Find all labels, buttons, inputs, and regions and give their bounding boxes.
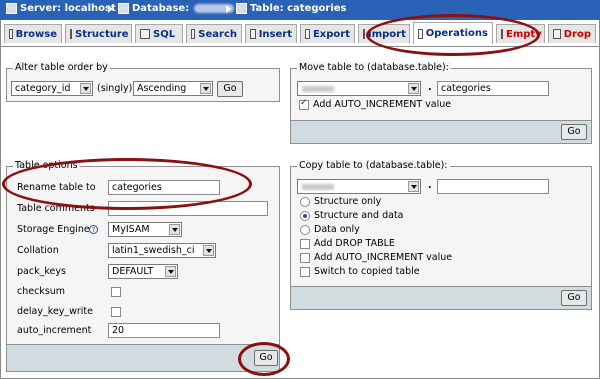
drop-icon	[553, 29, 561, 39]
table-options-footer: Go	[7, 344, 279, 371]
table-icon	[236, 3, 247, 14]
search-icon	[191, 29, 196, 39]
copy-auto-increment-checkbox[interactable]	[300, 253, 310, 263]
breadcrumb-server-label: Server: localhost	[20, 3, 116, 14]
rename-table-input[interactable]: categories	[108, 180, 220, 195]
copy-table-fieldset: Copy table to (database.table): . Struct…	[290, 160, 592, 310]
breadcrumb-server[interactable]: Server: localhost	[6, 3, 116, 14]
copy-dot: .	[428, 180, 432, 191]
order-column-select[interactable]: category_id	[11, 81, 93, 96]
collation-label: Collation	[17, 245, 59, 256]
sql-icon	[140, 29, 150, 39]
tab-drop[interactable]: Drop	[548, 24, 596, 43]
delay-key-write-label: delay_key_write	[17, 306, 93, 317]
chevron-down-icon	[408, 181, 419, 192]
export-icon	[305, 29, 310, 39]
move-table-footer: Go	[291, 120, 591, 143]
move-table-go-button[interactable]: Go	[561, 124, 587, 140]
move-database-select[interactable]	[297, 81, 421, 96]
order-direction-select[interactable]: Ascending	[133, 81, 213, 96]
chevron-down-icon	[408, 83, 419, 94]
breadcrumb-table-label: Table: categories	[250, 3, 347, 14]
move-table-name-input[interactable]: categories	[437, 81, 549, 96]
tab-sql[interactable]: SQL	[135, 24, 183, 43]
move-table-legend: Move table to (database.table):	[297, 62, 451, 73]
tab-search[interactable]: Search	[186, 24, 242, 43]
tab-structure[interactable]: Structure	[65, 24, 132, 43]
breadcrumb-database-label: Database:	[132, 3, 190, 14]
server-icon	[6, 3, 17, 14]
chevron-down-icon	[200, 83, 211, 94]
move-dot: .	[428, 82, 432, 93]
switch-to-copied-label: Switch to copied table	[314, 266, 420, 277]
copy-auto-increment-label: Add AUTO_INCREMENT value	[314, 252, 453, 263]
tab-empty[interactable]: Empty	[496, 24, 545, 43]
tab-import[interactable]: Import	[358, 24, 410, 43]
comments-label: Table comments	[17, 203, 95, 214]
browse-icon	[9, 29, 13, 39]
data-only-radio[interactable]	[300, 225, 310, 235]
checksum-label: checksum	[17, 286, 66, 297]
add-drop-table-checkbox[interactable]	[300, 239, 310, 249]
copy-database-select[interactable]	[297, 179, 421, 194]
data-only-label: Data only	[314, 224, 360, 235]
rename-label: Rename table to	[17, 182, 96, 193]
add-drop-table-label: Add DROP TABLE	[314, 238, 395, 249]
structure-and-data-radio[interactable]	[300, 211, 310, 221]
auto-increment-input[interactable]: 20	[108, 323, 220, 338]
structure-only-radio[interactable]	[300, 197, 310, 207]
breadcrumb-separator-icon	[226, 5, 231, 13]
tab-export[interactable]: Export	[300, 24, 355, 43]
tab-insert[interactable]: Insert	[245, 24, 297, 43]
insert-icon	[250, 29, 256, 39]
move-table-fieldset: Move table to (database.table): . catego…	[290, 62, 592, 144]
redacted-database-name	[302, 86, 334, 92]
delay-key-write-checkbox[interactable]	[111, 307, 121, 317]
chevron-down-icon	[80, 83, 91, 94]
chevron-down-icon	[169, 224, 180, 235]
table-options-fieldset: Table options Rename table to categories…	[6, 160, 280, 372]
collation-select[interactable]: latin1_swedish_ci	[108, 243, 216, 258]
switch-to-copied-checkbox[interactable]	[300, 267, 310, 277]
move-auto-increment-label: Add AUTO_INCREMENT value	[313, 99, 452, 110]
database-icon	[118, 3, 129, 14]
breadcrumb: Server: localhost Database: Table: categ…	[0, 0, 600, 20]
alter-order-legend: Alter table order by	[13, 62, 110, 73]
breadcrumb-database[interactable]: Database:	[118, 3, 235, 14]
pack-keys-select[interactable]: DEFAULT	[108, 264, 178, 279]
copy-table-legend: Copy table to (database.table):	[297, 160, 450, 171]
alter-order-fieldset: Alter table order by category_id (singly…	[6, 62, 280, 102]
tab-browse[interactable]: Browse	[4, 24, 62, 43]
singly-label: (singly)	[97, 83, 133, 94]
tab-operations[interactable]: Operations	[413, 22, 493, 44]
table-options-go-button[interactable]: Go	[254, 350, 278, 366]
structure-only-label: Structure only	[314, 196, 382, 207]
tab-bar: Browse Structure SQL Search Insert Expor…	[0, 22, 600, 47]
auto-increment-label: auto_increment	[17, 325, 92, 336]
copy-table-name-input[interactable]	[437, 179, 549, 194]
import-icon	[363, 29, 365, 39]
empty-icon	[501, 29, 503, 39]
breadcrumb-separator-icon	[108, 5, 113, 13]
table-options-legend: Table options	[13, 160, 80, 171]
structure-and-data-label: Structure and data	[314, 210, 404, 221]
wrench-icon	[418, 28, 423, 39]
chevron-down-icon	[165, 266, 176, 277]
breadcrumb-table[interactable]: Table: categories	[236, 3, 347, 14]
chevron-down-icon	[203, 245, 214, 256]
pack-keys-label: pack_keys	[17, 266, 66, 277]
move-auto-increment-checkbox[interactable]	[299, 98, 309, 110]
checksum-checkbox[interactable]	[111, 287, 121, 297]
copy-table-footer: Go	[291, 286, 591, 309]
engine-label: Storage Engine	[17, 224, 90, 235]
structure-icon	[70, 29, 72, 39]
help-icon[interactable]: ?	[89, 225, 98, 234]
copy-table-go-button[interactable]: Go	[561, 290, 587, 306]
storage-engine-select[interactable]: MyISAM	[108, 222, 182, 237]
table-comments-input[interactable]	[108, 201, 268, 216]
alter-order-go-button[interactable]: Go	[217, 81, 243, 97]
redacted-database-name	[302, 184, 334, 190]
